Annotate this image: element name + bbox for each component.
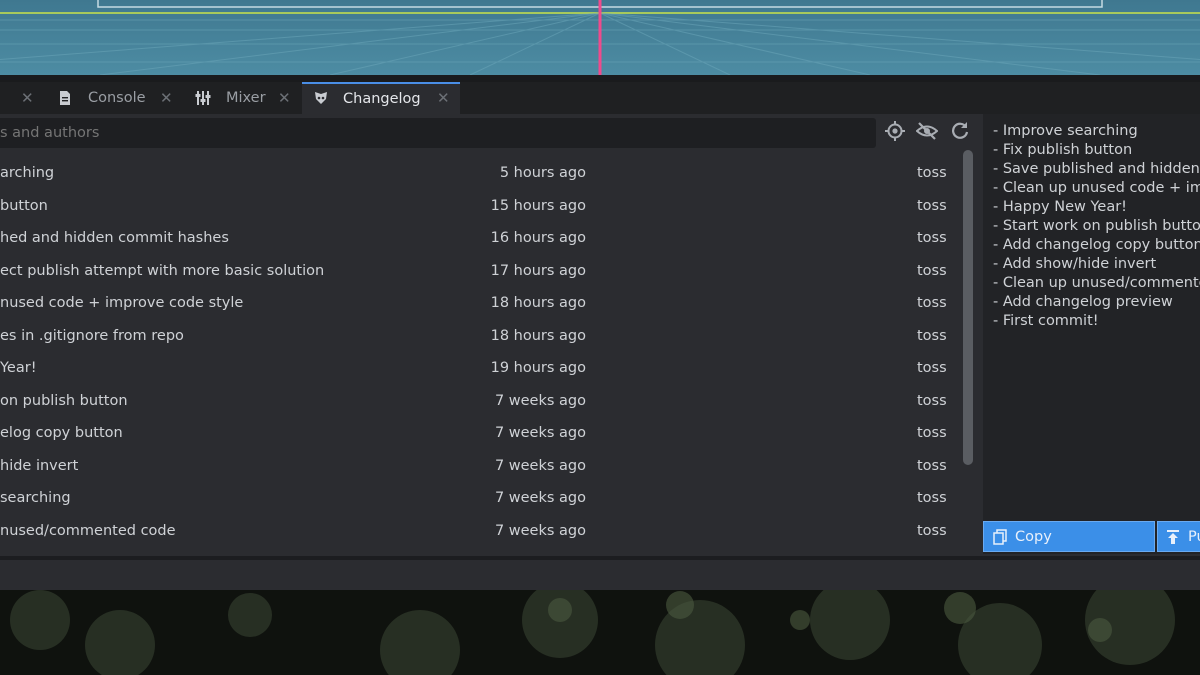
preview-line: - Happy New Year! xyxy=(993,199,1127,215)
preview-line: - Start work on publish button xyxy=(993,218,1200,234)
commit-author: toss xyxy=(917,522,947,539)
tab-partial[interactable]: r ✕ xyxy=(0,82,40,114)
commit-author: toss xyxy=(917,295,947,311)
scene-viewport[interactable] xyxy=(0,0,1200,75)
commit-time: 7 weeks ago xyxy=(494,490,586,506)
commit-row[interactable]: nused code + improve code style 18 hours… xyxy=(0,287,960,319)
commit-author: toss xyxy=(917,490,947,506)
tab-console[interactable]: Console ✕ xyxy=(50,82,180,114)
commit-message: Year! xyxy=(0,360,37,376)
commit-time: 16 hours ago xyxy=(490,230,586,246)
upload-icon xyxy=(1167,530,1179,544)
mixer-sliders-icon xyxy=(195,91,211,105)
preview-line: - Clean up unused/commented xyxy=(993,275,1200,291)
preview-text: - Improve searching - Fix publish button -… xyxy=(993,122,1200,331)
commit-row[interactable]: searching 7 weeks ago toss xyxy=(0,482,960,514)
commit-message: nused code + improve code style xyxy=(0,295,244,311)
commit-row[interactable]: elog copy button 7 weeks ago toss xyxy=(0,417,960,449)
commit-author: toss xyxy=(917,425,947,441)
search-input[interactable] xyxy=(0,118,860,148)
commit-message: arching xyxy=(0,165,55,181)
tab-label: Console xyxy=(88,90,146,106)
close-icon[interactable]: ✕ xyxy=(278,89,291,107)
commit-message: ect publish attempt with more basic solu… xyxy=(0,262,325,279)
copy-button-label: Copy xyxy=(1015,529,1052,545)
scrollbar[interactable] xyxy=(963,150,973,465)
commit-row[interactable]: ect publish attempt with more basic solu… xyxy=(0,255,960,287)
close-icon[interactable]: ✕ xyxy=(21,89,34,107)
commit-message: button xyxy=(0,197,48,214)
commit-row[interactable]: hide invert 7 weeks ago toss xyxy=(0,450,960,482)
changelog-preview: - Improve searching - Fix publish button -… xyxy=(983,114,1200,554)
copy-icon xyxy=(993,529,1007,545)
commit-row[interactable]: on publish button 7 weeks ago toss xyxy=(0,385,960,417)
commit-message: hed and hidden commit hashes xyxy=(0,230,229,246)
commit-row[interactable]: es in .gitignore from repo 18 hours ago … xyxy=(0,320,960,352)
commit-author: toss xyxy=(917,197,947,214)
preview-line: - Add changelog copy button xyxy=(993,237,1200,253)
commit-row[interactable]: Year! 19 hours ago toss xyxy=(0,352,960,384)
commit-message: es in .gitignore from repo xyxy=(0,327,184,344)
preview-line: - Add show/hide invert xyxy=(993,256,1157,272)
changelog-icon xyxy=(315,92,327,104)
dock-tab-bar: r ✕ Console ✕ Mixer ✕ Changelog ✕ xyxy=(0,82,1200,114)
commit-message: elog copy button xyxy=(0,425,123,441)
commit-time: 7 weeks ago xyxy=(494,522,586,539)
commit-message: hide invert xyxy=(0,457,79,474)
commit-author: toss xyxy=(917,165,947,181)
preview-line: - Save published and hidden co xyxy=(993,161,1200,177)
commit-row[interactable]: button 15 hours ago toss xyxy=(0,190,960,222)
commit-author: toss xyxy=(917,327,947,344)
commit-author: toss xyxy=(917,457,947,474)
commit-time: 17 hours ago xyxy=(490,262,586,279)
preview-line: - Clean up unused code + impro xyxy=(993,180,1200,196)
commit-author: toss xyxy=(917,230,947,246)
refresh-icon[interactable] xyxy=(949,120,971,142)
commit-time: 15 hours ago xyxy=(490,197,586,214)
tab-changelog[interactable]: Changelog ✕ xyxy=(302,82,460,114)
panel-separator[interactable] xyxy=(0,75,1200,82)
commit-author: toss xyxy=(917,392,947,409)
tab-label: Mixer xyxy=(226,90,266,106)
grid-overlay xyxy=(0,0,1200,75)
commit-row[interactable]: nused/commented code 7 weeks ago toss xyxy=(0,515,960,547)
commit-list[interactable]: arching 5 hours ago toss button 15 hours… xyxy=(0,155,960,555)
locate-icon[interactable] xyxy=(884,120,906,142)
commit-time: 7 weeks ago xyxy=(494,425,586,441)
publish-button-label: Pu xyxy=(1188,529,1200,545)
preview-line: - First commit! xyxy=(993,313,1099,329)
commit-message: searching xyxy=(0,490,71,506)
commit-time: 19 hours ago xyxy=(490,360,586,376)
close-icon[interactable]: ✕ xyxy=(437,89,450,107)
eye-slash-icon[interactable] xyxy=(916,120,938,142)
preview-line: - Add changelog preview xyxy=(993,294,1173,310)
tab-label: Changelog xyxy=(343,91,421,107)
tab-mixer[interactable]: Mixer ✕ xyxy=(190,82,300,114)
commit-time: 18 hours ago xyxy=(490,295,586,311)
close-icon[interactable]: ✕ xyxy=(160,89,173,107)
search-bar xyxy=(0,118,876,148)
commit-time: 7 weeks ago xyxy=(494,457,586,474)
preview-line: - Improve searching xyxy=(993,123,1138,139)
background-image xyxy=(0,590,1200,675)
status-bar xyxy=(0,560,1200,590)
preview-line: - Fix publish button xyxy=(993,142,1133,158)
commit-time: 18 hours ago xyxy=(490,327,586,344)
commit-author: toss xyxy=(917,262,947,279)
commit-row[interactable]: arching 5 hours ago toss xyxy=(0,157,960,189)
commit-message: nused/commented code xyxy=(0,522,176,539)
commit-message: on publish button xyxy=(0,392,128,409)
commit-row[interactable]: hed and hidden commit hashes 16 hours ag… xyxy=(0,222,960,254)
document-icon xyxy=(60,91,70,105)
copy-button[interactable]: Copy xyxy=(983,521,1155,552)
commit-time: 7 weeks ago xyxy=(494,392,586,409)
commit-author: toss xyxy=(917,360,947,376)
commit-time: 5 hours ago xyxy=(499,165,586,181)
publish-button[interactable]: Pu xyxy=(1157,521,1200,552)
